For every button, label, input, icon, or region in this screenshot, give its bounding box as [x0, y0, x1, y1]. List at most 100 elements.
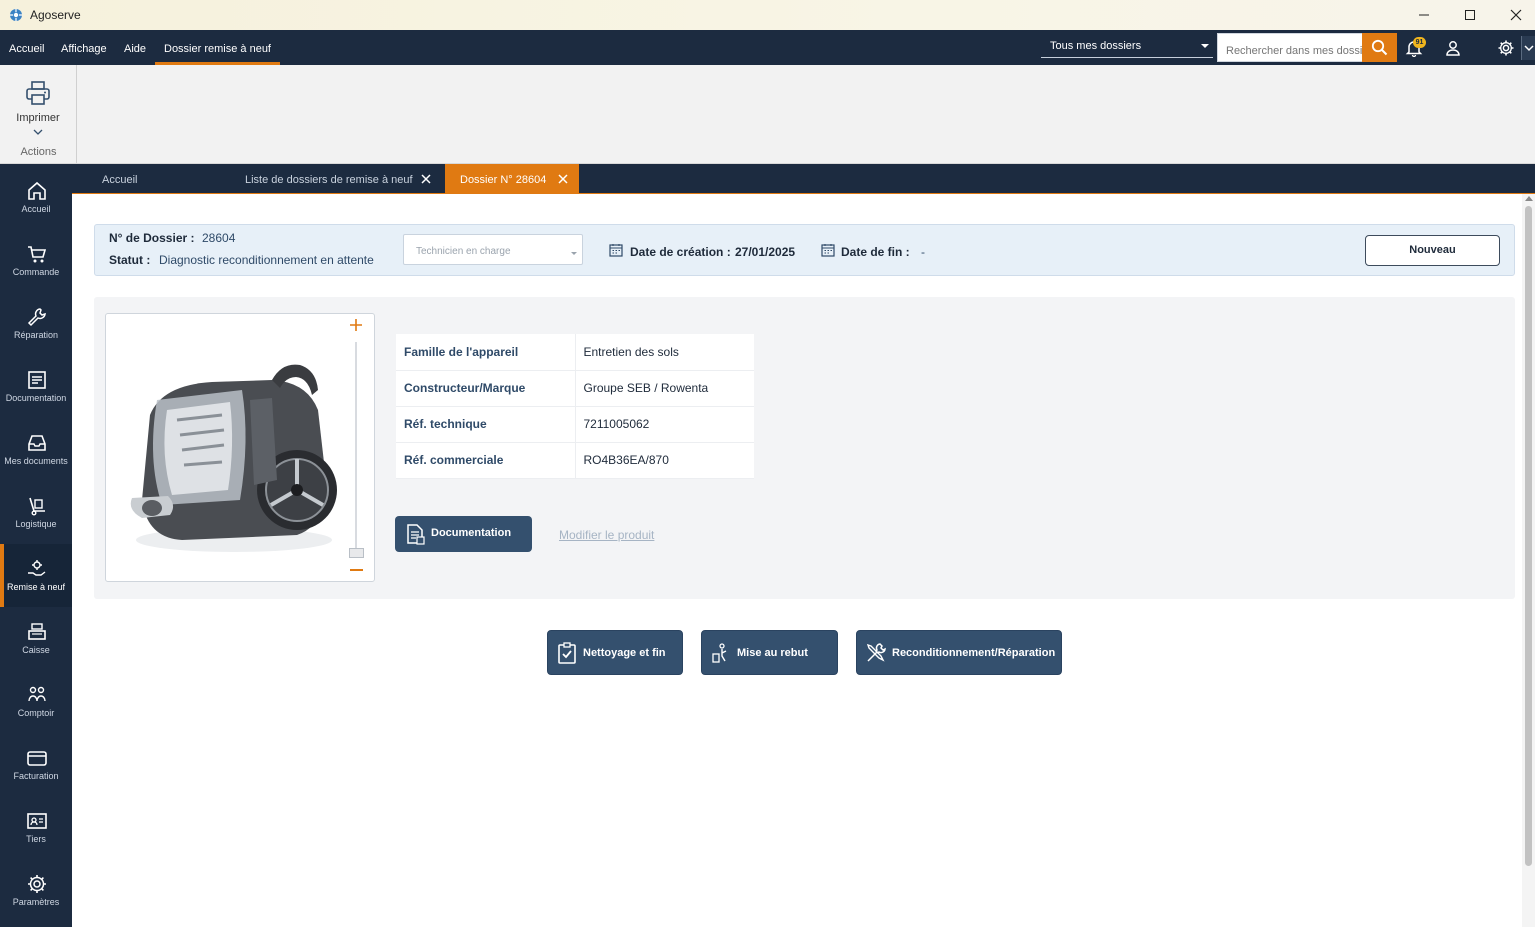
nav-item-label: Comptoir	[17, 708, 55, 718]
nav-item-accueil[interactable]: Accueil	[0, 166, 72, 229]
dossier-scope-select[interactable]: Tous mes dossiers	[1041, 36, 1213, 58]
cart-icon	[28, 246, 47, 263]
wrench-icon	[27, 308, 46, 327]
nav-item-documentation[interactable]: Documentation	[0, 355, 72, 418]
nav-item-label: Accueil	[21, 204, 51, 214]
people-icon	[28, 686, 46, 702]
nav-item-label: Paramètres	[12, 897, 60, 907]
hand-truck-icon	[29, 497, 45, 516]
nav-item-label: Commande	[12, 267, 60, 277]
table-row: Famille de l'appareil Entretien des sols	[396, 334, 754, 371]
zoom-in-icon[interactable]	[349, 318, 363, 332]
maximize-window-button[interactable]	[1447, 0, 1493, 30]
tab-liste-dossiers[interactable]: Liste de dossiers de remise à neuf	[242, 164, 445, 193]
nav-item-mes-documents[interactable]: Mes documents	[0, 418, 72, 481]
credit-card-icon	[27, 751, 47, 766]
nav-item-caisse[interactable]: Caisse	[0, 607, 72, 670]
menu-dossier-remise-a-neuf[interactable]: Dossier remise à neuf	[155, 30, 280, 65]
nav-item-label: Tiers	[26, 834, 46, 844]
calendar-icon	[609, 244, 623, 257]
home-icon	[28, 181, 46, 200]
menu-affichage[interactable]: Affichage	[61, 30, 107, 65]
contact-card-icon	[27, 813, 47, 829]
new-dossier-button[interactable]: Nouveau	[1365, 235, 1500, 266]
tab-label: Liste de dossiers de remise à neuf	[245, 174, 413, 186]
action-label: Nettoyage et fin	[583, 647, 666, 659]
product-image	[130, 364, 337, 552]
reconditioning-repair-button[interactable]: Reconditionnement/Réparation	[856, 630, 1062, 675]
close-icon[interactable]	[558, 174, 568, 184]
tab-accueil[interactable]: Accueil	[72, 164, 242, 193]
cleaning-and-finish-button[interactable]: Nettoyage et fin	[547, 630, 683, 675]
nav-item-label: Mes documents	[4, 456, 68, 466]
dossier-number: 28604	[202, 231, 236, 245]
product-image-frame	[105, 313, 375, 582]
end-date-label: Date de fin :	[841, 245, 910, 259]
user-account-button[interactable]	[1441, 36, 1465, 60]
spec-label: Réf. commerciale	[396, 442, 576, 479]
technician-select[interactable]: Technicien en charge	[403, 234, 583, 265]
scroll-up-icon[interactable]	[1525, 196, 1533, 201]
table-row: Réf. technique 7211005062	[396, 406, 754, 443]
app-title: Agoserve	[30, 8, 81, 22]
zoom-out-icon[interactable]	[350, 569, 363, 571]
spec-value: Groupe SEB / Rowenta	[575, 370, 754, 407]
vertical-scrollbar[interactable]	[1522, 194, 1535, 927]
tab-dossier-28604[interactable]: Dossier N° 28604	[445, 164, 579, 193]
action-label: Mise au rebut	[737, 647, 808, 659]
nav-item-reparation[interactable]: Réparation	[0, 292, 72, 355]
menu-accueil[interactable]: Accueil	[9, 30, 44, 65]
menu-aide[interactable]: Aide	[124, 30, 146, 65]
chevron-down-icon	[571, 252, 577, 255]
search-icon	[1371, 39, 1388, 56]
chevron-down-icon	[1523, 45, 1534, 52]
nav-item-parametres[interactable]: Paramètres	[0, 859, 72, 922]
print-button[interactable]: Imprimer	[6, 79, 70, 139]
settings-button[interactable]	[1494, 36, 1518, 60]
spec-label: Famille de l'appareil	[396, 334, 576, 371]
image-zoom-slider[interactable]	[355, 342, 357, 552]
spec-label: Réf. technique	[396, 406, 576, 443]
action-label: Reconditionnement/Réparation	[892, 647, 1056, 659]
table-row: Réf. commerciale RO4B36EA/870	[396, 442, 754, 479]
ribbon: Imprimer Actions	[0, 65, 1535, 164]
search-input[interactable]	[1218, 34, 1362, 61]
inbox-icon	[28, 435, 46, 451]
nav-item-facturation[interactable]: Facturation	[0, 733, 72, 796]
ribbon-group-actions: Imprimer Actions	[0, 65, 77, 163]
nav-item-comptoir[interactable]: Comptoir	[0, 670, 72, 733]
nav-item-label: Remise à neuf	[6, 582, 66, 592]
notification-count-badge: 91	[1413, 37, 1426, 48]
refurbish-gear-hand-icon	[28, 560, 46, 576]
end-date: -	[921, 245, 925, 259]
nav-item-remise-a-neuf[interactable]: Remise à neuf	[0, 544, 72, 607]
cash-register-icon	[28, 623, 46, 640]
search-button[interactable]	[1362, 33, 1397, 62]
dossier-scope-value: Tous mes dossiers	[1050, 40, 1142, 52]
product-specs-table: Famille de l'appareil Entretien des sols…	[396, 334, 754, 479]
expand-menu-button[interactable]	[1521, 36, 1535, 60]
nav-item-label: Caisse	[22, 645, 50, 655]
tab-label: Dossier N° 28604	[460, 174, 547, 186]
documentation-button[interactable]: Documentation	[395, 516, 532, 552]
discard-button[interactable]: Mise au rebut	[701, 630, 838, 675]
document-icon	[407, 524, 425, 545]
close-window-button[interactable]	[1493, 0, 1535, 30]
status-value: Diagnostic reconditionnement en attente	[159, 253, 374, 267]
image-zoom-slider-thumb[interactable]	[349, 548, 364, 558]
nav-item-logistique[interactable]: Logistique	[0, 481, 72, 544]
close-icon[interactable]	[421, 174, 431, 184]
spec-label: Constructeur/Marque	[396, 370, 576, 407]
nav-item-commande[interactable]: Commande	[0, 229, 72, 292]
scrollbar-thumb[interactable]	[1525, 206, 1532, 866]
minimize-window-button[interactable]	[1401, 0, 1447, 30]
modify-product-link[interactable]: Modifier le produit	[559, 528, 654, 542]
ribbon-group-label: Actions	[20, 146, 57, 158]
document-tabs: Accueil Liste de dossiers de remise à ne…	[72, 164, 1535, 193]
technician-placeholder: Technicien en charge	[416, 246, 511, 257]
search-field[interactable]	[1217, 33, 1363, 62]
spec-value: Entretien des sols	[575, 334, 754, 371]
printer-icon	[26, 81, 50, 105]
side-navigation: Accueil Commande Réparation Documentatio…	[0, 164, 72, 927]
nav-item-tiers[interactable]: Tiers	[0, 796, 72, 859]
